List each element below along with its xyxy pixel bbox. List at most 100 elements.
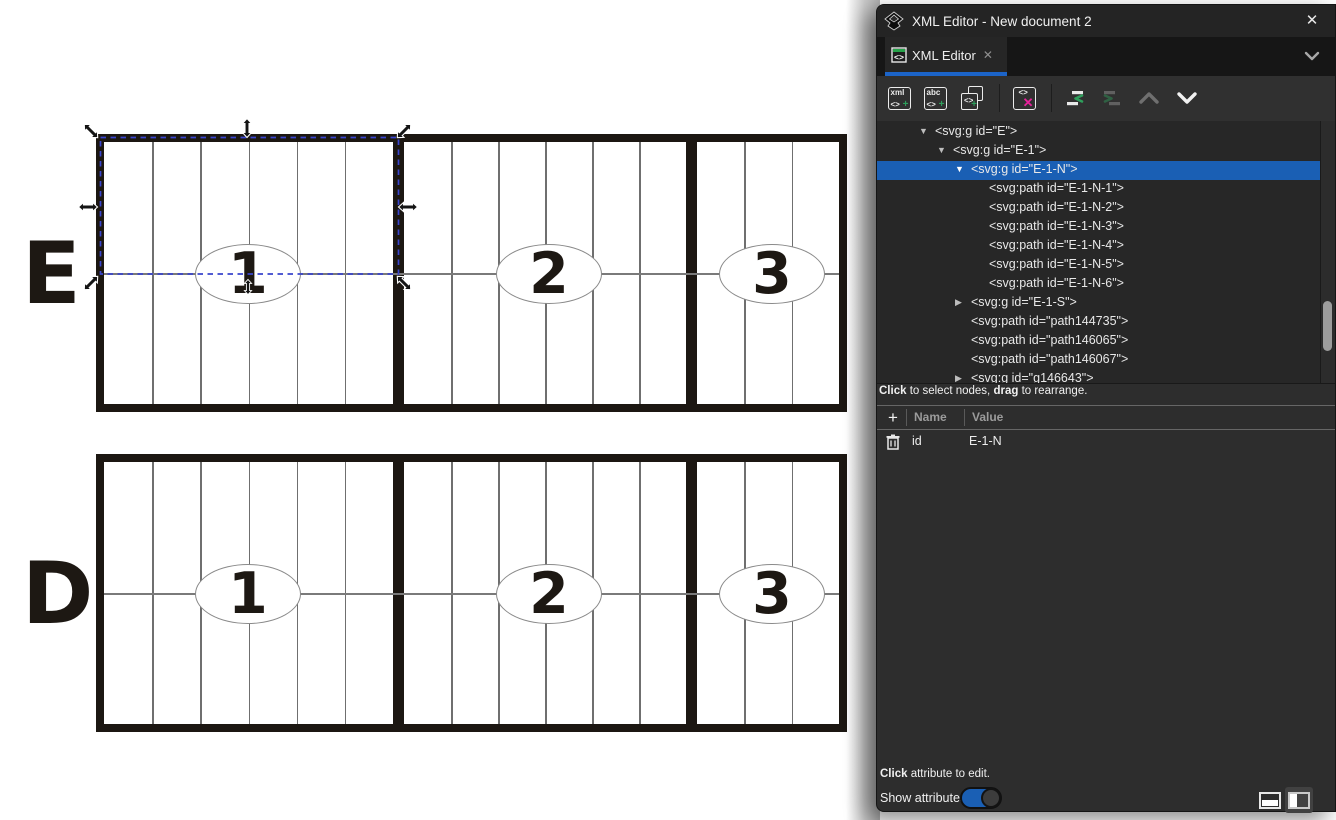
xml-tree-row[interactable]: <svg:path id="path146067">: [877, 351, 1321, 370]
xml-tree-row[interactable]: <svg:path id="E-1-N-6">: [877, 275, 1321, 294]
dialog-titlebar[interactable]: XML Editor - New document 2 ✕: [877, 5, 1335, 37]
new-element-node-button[interactable]: xml <> +: [886, 85, 912, 111]
selection-handle-left[interactable]: [79, 203, 98, 212]
expander-closed-icon[interactable]: ▶: [955, 297, 962, 308]
xml-tree-row[interactable]: ▼ <svg:g id="E">: [877, 123, 1321, 142]
move-node-down-button[interactable]: [1174, 85, 1200, 111]
section-number: 1: [228, 566, 268, 623]
section-ellipse[interactable]: 2: [496, 244, 602, 304]
tab-close-icon[interactable]: ✕: [983, 48, 993, 62]
show-attributes-toggle[interactable]: [960, 787, 1002, 809]
toolbar-separator: [1051, 84, 1052, 112]
delete-attribute-icon[interactable]: [886, 434, 900, 450]
xml-node-label: <svg:path id="E-1-N-2">: [989, 200, 1124, 214]
expander-closed-icon[interactable]: ▶: [955, 373, 962, 383]
tab-label: XML Editor: [912, 48, 976, 63]
xml-tree-row[interactable]: ▶ <svg:g id="g146643">: [877, 370, 1321, 383]
xml-tree-row[interactable]: <svg:path id="E-1-N-4">: [877, 237, 1321, 256]
dialog-tabbar: <> XML Editor ✕: [877, 37, 1335, 76]
svg-text:<>: <>: [894, 52, 904, 62]
section-ellipse[interactable]: 2: [496, 564, 602, 624]
attributes-header: + Name Value: [877, 405, 1335, 430]
row-label-D[interactable]: D: [22, 551, 91, 637]
column-separator: [964, 409, 965, 426]
section-ellipse[interactable]: 1: [195, 244, 301, 304]
show-attributes-label: Show attributes: [880, 791, 966, 805]
xml-node-label: <svg:path id="E-1-N-6">: [989, 276, 1124, 290]
xml-tree-row[interactable]: <svg:path id="E-1-N-5">: [877, 256, 1321, 275]
xml-node-label: <svg:path id="E-1-N-5">: [989, 257, 1124, 271]
page-edge-shadow: [846, 0, 880, 820]
new-element-node-icon: xml <> +: [888, 87, 911, 110]
row-label-E[interactable]: E: [22, 231, 79, 317]
move-node-up-button[interactable]: [1136, 85, 1162, 111]
xml-node-label: <svg:g id="E-1-N">: [971, 162, 1078, 176]
section-ellipse[interactable]: 3: [719, 244, 825, 304]
add-attribute-button[interactable]: +: [883, 407, 903, 428]
xml-tree-row[interactable]: <svg:path id="E-1-N-3">: [877, 218, 1321, 237]
xml-node-label: <svg:path id="path146067">: [971, 352, 1128, 366]
delete-node-icon: <> ✕: [1013, 87, 1036, 110]
attribute-value[interactable]: E-1-N: [969, 434, 1002, 448]
section-number: 2: [529, 246, 569, 303]
xml-node-label: <svg:path id="E-1-N-4">: [989, 238, 1124, 252]
horizontal-split-icon: [1259, 792, 1281, 809]
column-separator: [906, 409, 907, 426]
dialog-footer: Show attributes: [877, 786, 1335, 812]
xml-tree-row[interactable]: ▶<svg:g id="E-1-S">: [877, 294, 1321, 313]
xml-tree-row[interactable]: ▼ <svg:g id="E-1-N">: [877, 161, 1321, 180]
expander-open-icon[interactable]: ▼: [955, 164, 964, 174]
tree-scrollbar[interactable]: [1320, 121, 1335, 383]
xml-tree-row[interactable]: ▼ <svg:g id="E-1">: [877, 142, 1321, 161]
section-number: 3: [752, 566, 792, 623]
attribute-name[interactable]: id: [912, 434, 922, 448]
xml-node-label: <svg:g id="E-1">: [953, 143, 1046, 157]
unindent-node-button[interactable]: [1062, 85, 1088, 111]
tree-scrollbar-thumb[interactable]: [1323, 301, 1332, 351]
arrow-down-icon: [1175, 86, 1199, 110]
dialog-title: XML Editor - New document 2: [912, 14, 1092, 29]
close-icon[interactable]: ✕: [1302, 11, 1322, 31]
section-number: 1: [228, 246, 268, 303]
indent-node-icon: [1101, 87, 1123, 109]
xml-toolbar: xml <> + abc <> + <> + <>: [877, 76, 1335, 122]
xml-tree-row[interactable]: <svg:path id="path146065">: [877, 332, 1321, 351]
xml-node-label: <svg:g id="E">: [935, 124, 1017, 138]
section-number: 3: [752, 246, 792, 303]
chevron-down-icon[interactable]: [1301, 45, 1323, 67]
delete-node-button[interactable]: <> ✕: [1011, 85, 1037, 111]
xml-node-label: <svg:path id="E-1-N-1">: [989, 181, 1124, 195]
new-text-node-button[interactable]: abc <> +: [922, 85, 948, 111]
expander-open-icon[interactable]: ▼: [937, 145, 946, 155]
xml-node-label: <svg:path id="path144735">: [971, 314, 1128, 328]
toggle-knob: [981, 788, 1001, 808]
unindent-node-icon: [1064, 87, 1086, 109]
horizontal-layout-button[interactable]: [1257, 789, 1283, 811]
xml-editor-tab-icon: <>: [891, 47, 907, 63]
attribute-row[interactable]: id E-1-N: [877, 431, 1335, 454]
arrow-up-icon: [1137, 86, 1161, 110]
xml-node-label: <svg:g id="g146643">: [971, 371, 1094, 383]
section-ellipse[interactable]: 3: [719, 564, 825, 624]
section-ellipse[interactable]: 1: [195, 564, 301, 624]
xml-tree-row[interactable]: <svg:path id="path144735">: [877, 313, 1321, 332]
duplicate-node-button[interactable]: <> +: [960, 85, 986, 111]
attribute-hint-text: Click attribute to edit.: [877, 767, 990, 783]
xml-node-tree[interactable]: ▼ <svg:g id="E"> ▼ <svg:g id="E-1"> ▼ <svg:g …: [877, 121, 1335, 383]
vertical-layout-button[interactable]: [1285, 787, 1313, 813]
drawing-canvas[interactable]: E 1 2 3 D 1 2 3: [0, 0, 880, 820]
xml-node-label: <svg:path id="E-1-N-3">: [989, 219, 1124, 233]
section-number: 2: [529, 566, 569, 623]
duplicate-node-icon: <> +: [961, 86, 985, 110]
xml-editor-dialog: XML Editor - New document 2 ✕ <> XML Edi…: [876, 4, 1336, 812]
tab-xml-editor[interactable]: <> XML Editor ✕: [885, 37, 1007, 73]
tree-hint-text: Click to select nodes, drag to rearrange…: [877, 383, 1335, 399]
indent-node-button[interactable]: [1099, 85, 1125, 111]
xml-tree-row[interactable]: <svg:path id="E-1-N-2">: [877, 199, 1321, 218]
toolbar-separator: [999, 84, 1000, 112]
xml-node-label: <svg:path id="path146065">: [971, 333, 1128, 347]
vertical-split-icon: [1288, 792, 1310, 809]
new-text-node-icon: abc <> +: [924, 87, 947, 110]
expander-open-icon[interactable]: ▼: [919, 126, 928, 136]
xml-tree-row[interactable]: <svg:path id="E-1-N-1">: [877, 180, 1321, 199]
